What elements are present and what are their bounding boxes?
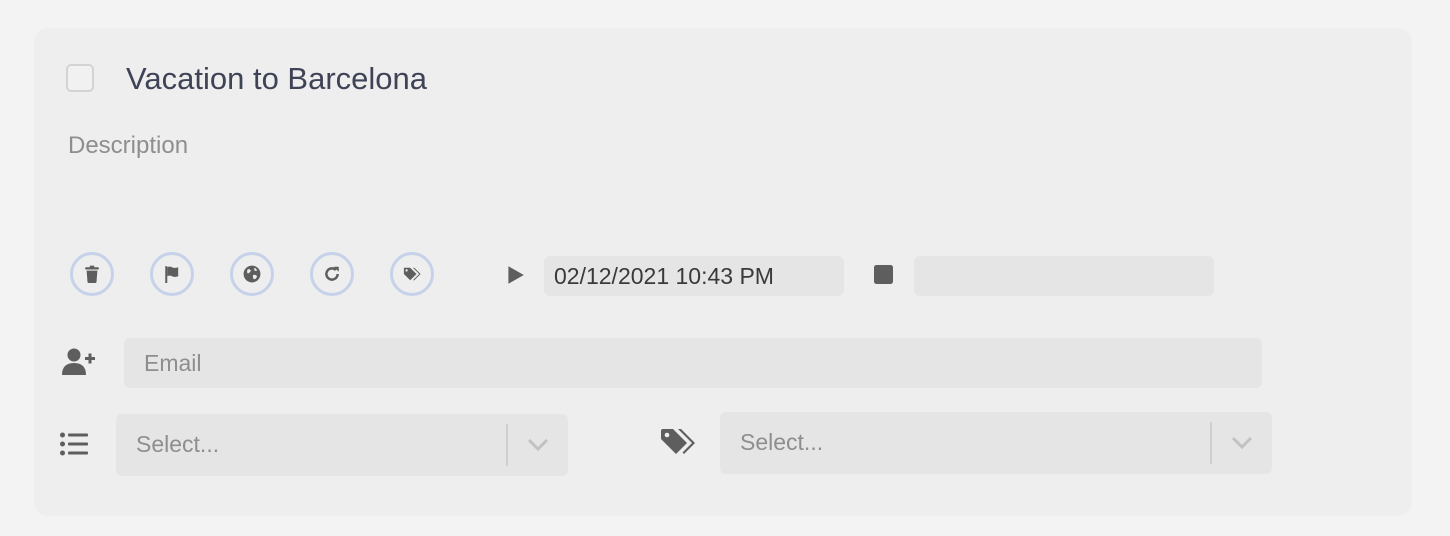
task-title[interactable]: Vacation to Barcelona [126, 60, 427, 98]
chevron-down-icon[interactable] [1230, 434, 1254, 452]
tags-select[interactable]: Select... [720, 412, 1272, 474]
tag-button[interactable] [390, 252, 434, 296]
play-icon[interactable] [504, 264, 526, 286]
redo-icon [325, 266, 339, 281]
description-input[interactable] [68, 132, 768, 160]
delete-button[interactable] [70, 252, 114, 296]
flag-button[interactable] [150, 252, 194, 296]
repeat-button[interactable] [310, 252, 354, 296]
select-separator [506, 424, 508, 466]
globe-button[interactable] [230, 252, 274, 296]
list-select[interactable]: Select... [116, 414, 568, 476]
globe-icon [243, 265, 261, 283]
tags-icon [661, 429, 695, 454]
list-select-value: Select... [136, 431, 220, 457]
stop-icon[interactable] [874, 265, 893, 284]
chevron-down-icon[interactable] [526, 436, 550, 454]
tags-icon [403, 267, 421, 281]
task-card: Vacation to Barcelona Description 02/12/… [34, 28, 1412, 516]
trash-icon [85, 265, 99, 283]
start-time-field[interactable]: 02/12/2021 10:43 PM [544, 256, 844, 296]
email-input[interactable] [124, 338, 1262, 388]
complete-checkbox[interactable] [66, 64, 94, 92]
tags-select-value: Select... [740, 429, 824, 455]
user-plus-icon [62, 348, 95, 375]
flag-icon [165, 266, 179, 283]
select-separator [1210, 422, 1212, 464]
end-time-field[interactable] [914, 256, 1214, 296]
list-icon [60, 432, 88, 456]
